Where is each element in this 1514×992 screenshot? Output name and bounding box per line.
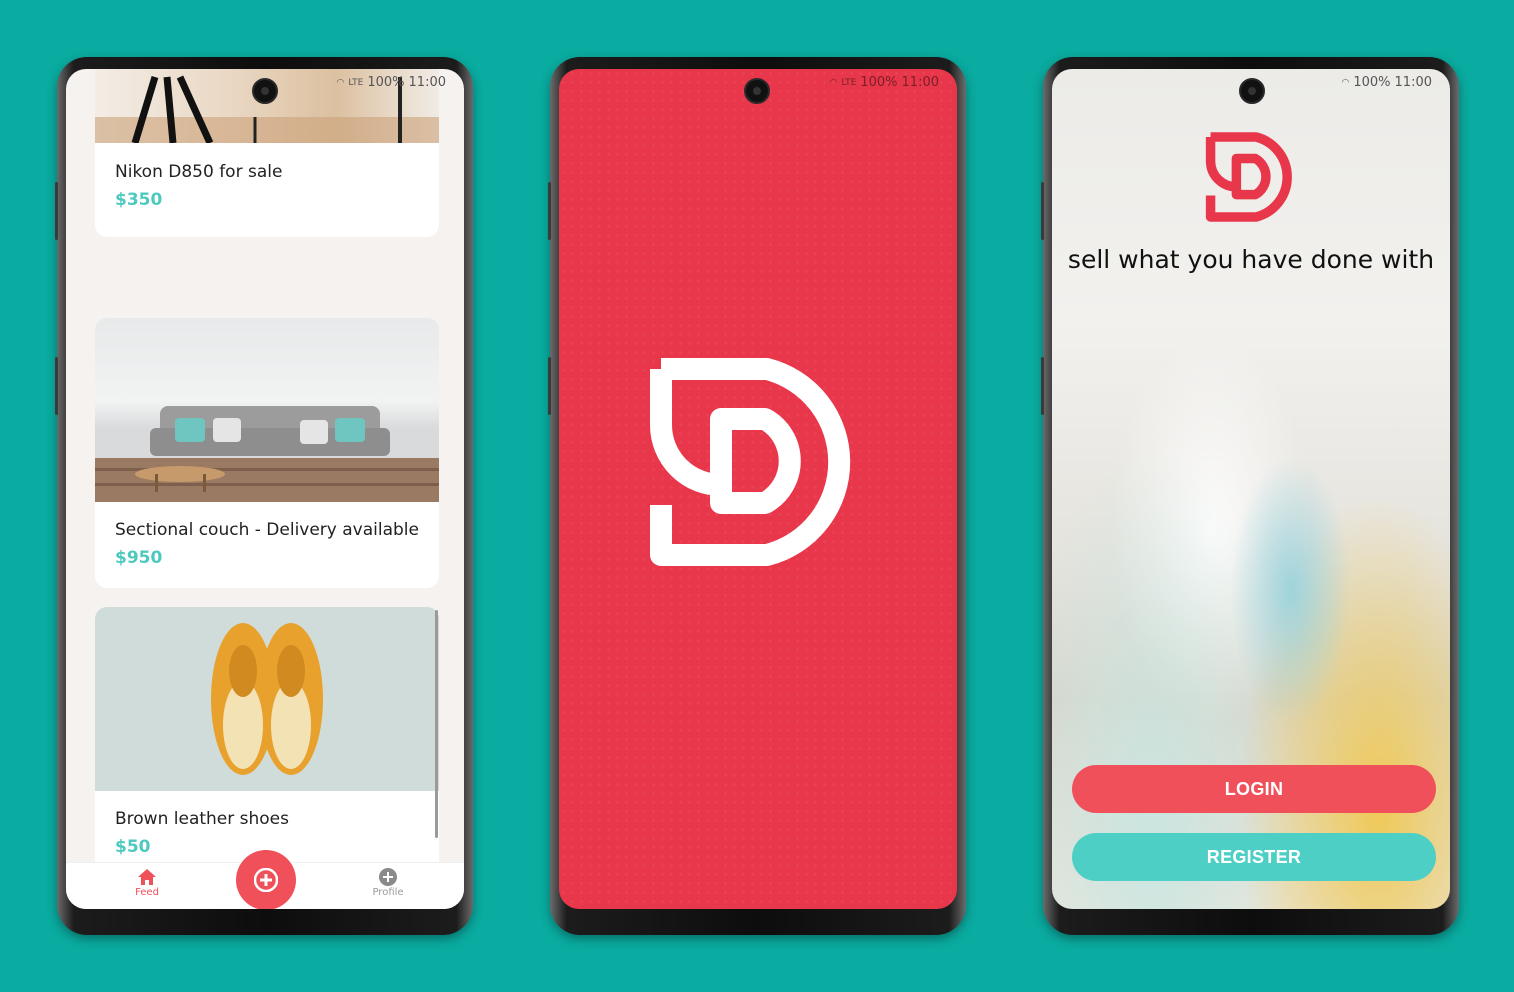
listing-title: Sectional couch - Delivery available [115,520,419,540]
network-label: LTE [841,77,857,88]
splash-screen: ◠ LTE 100% 11:00 [559,69,957,909]
status-bar: ◠ 100% 11:00 [1342,75,1433,90]
nav-feed[interactable]: Feed [107,867,187,898]
front-camera [252,78,278,104]
status-bar: ◠ LTE 100% 11:00 [337,75,446,90]
home-icon [138,869,156,885]
feed-scrollbar[interactable] [435,610,438,838]
plus-circle-icon [379,868,397,886]
add-listing-button[interactable] [234,848,298,909]
front-camera [744,78,770,104]
side-button [55,357,58,415]
nav-profile[interactable]: Profile [348,867,428,898]
yellow-shoes-photo [95,607,439,791]
nav-feed-label: Feed [135,887,159,898]
login-button[interactable]: LOGIN [1072,765,1436,813]
volume-button [548,182,551,240]
status-bar: ◠ LTE 100% 11:00 [830,75,939,90]
battery-level: 100% [367,75,405,90]
d-logo [1205,132,1292,222]
phone-splash: ◠ LTE 100% 11:00 [548,57,966,935]
listing-title: Nikon D850 for sale [115,162,283,182]
clock: 11:00 [901,75,939,90]
nav-profile-label: Profile [372,887,404,898]
phone-welcome: ◠ 100% 11:00 sell what you have done wit… [1041,57,1459,935]
wifi-icon: ◠ [336,77,345,88]
battery-level: 100% [860,75,898,90]
volume-button [1041,182,1044,240]
volume-button [55,182,58,240]
wifi-icon: ◠ [1341,77,1350,88]
side-button [1041,357,1044,415]
network-label: LTE [348,77,364,88]
wifi-icon: ◠ [829,77,838,88]
clock: 11:00 [1394,75,1432,90]
front-camera [1239,78,1265,104]
clock: 11:00 [408,75,446,90]
listing-card[interactable]: Brown leather shoes $50 [95,607,439,877]
plus-icon [254,868,278,892]
add-listing-fab[interactable] [236,850,296,909]
listing-feed[interactable]: Nikon D850 for sale $350 Sectional couch… [66,69,464,877]
listing-price: $950 [115,548,163,568]
listing-card[interactable]: Sectional couch - Delivery available $95… [95,318,439,588]
battery-level: 100% [1353,75,1391,90]
tagline: sell what you have done with [1067,245,1435,274]
listing-title: Brown leather shoes [115,809,290,829]
grey-sofa-photo [95,318,439,502]
register-button[interactable]: REGISTER [1072,833,1436,881]
listing-price: $350 [115,190,163,210]
d-logo [650,358,851,566]
welcome-screen: ◠ 100% 11:00 sell what you have done wit… [1052,69,1450,909]
feed-screen: ◠ LTE 100% 11:00 Nikon D850 for sale $35… [66,69,464,909]
side-button [548,357,551,415]
phone-feed: ◠ LTE 100% 11:00 Nikon D850 for sale $35… [55,57,473,935]
listing-price: $50 [115,837,151,857]
